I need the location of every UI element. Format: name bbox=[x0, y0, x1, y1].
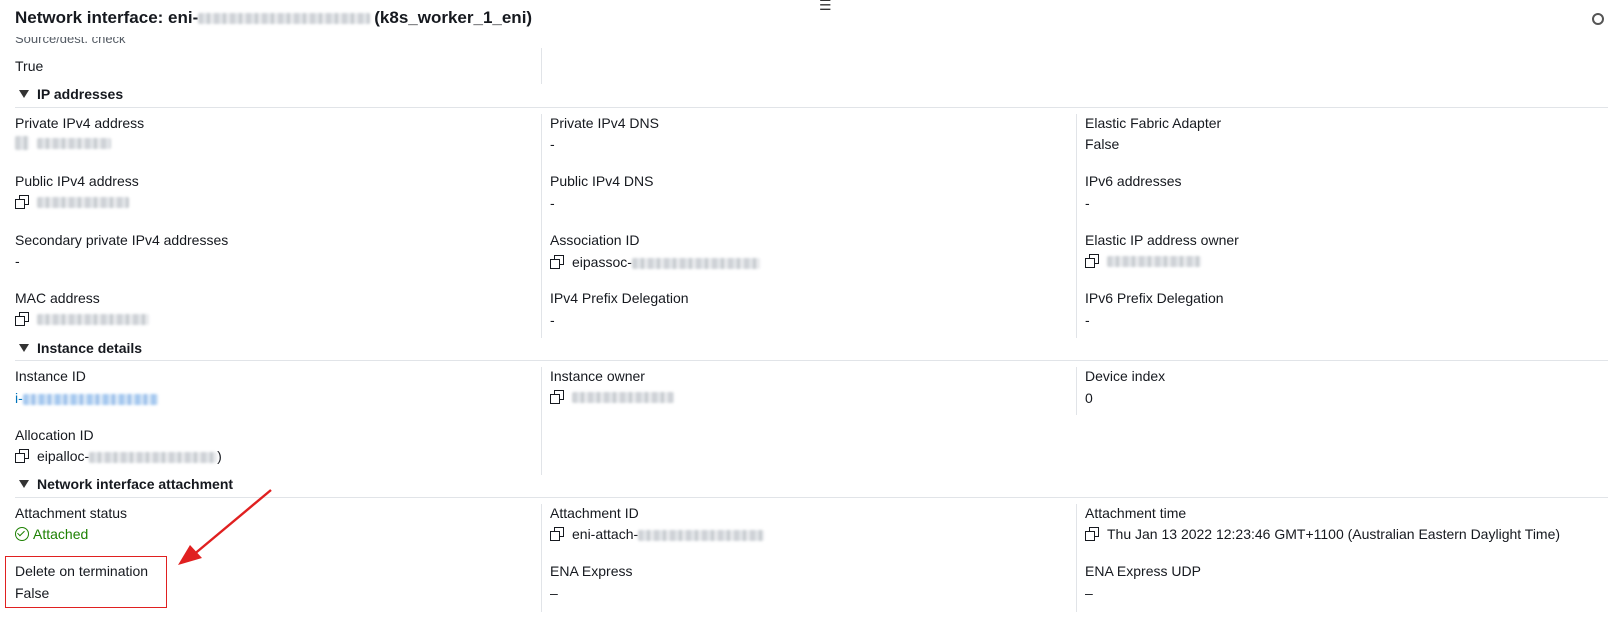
caret-down-icon bbox=[19, 344, 29, 352]
ipv6-prefix-value: - bbox=[1085, 312, 1090, 328]
section-divider bbox=[15, 107, 1608, 108]
private-ipv4-dns-label: Private IPv4 DNS bbox=[550, 115, 659, 131]
attachment-status-label: Attachment status bbox=[15, 505, 128, 521]
public-ipv4-label: Public IPv4 address bbox=[15, 173, 139, 189]
redacted-icon bbox=[15, 136, 29, 150]
menu-icon[interactable]: ☰ bbox=[819, 0, 832, 14]
ipv6-prefix-label: IPv6 Prefix Delegation bbox=[1085, 290, 1224, 306]
copy-icon[interactable] bbox=[15, 449, 29, 463]
device-index-label: Device index bbox=[1085, 368, 1166, 384]
attachment-time-label: Attachment time bbox=[1085, 505, 1187, 521]
column-divider bbox=[541, 504, 542, 612]
ena-express-value: – bbox=[550, 585, 558, 601]
private-ipv4-value bbox=[15, 136, 111, 150]
ena-express-udp-label: ENA Express UDP bbox=[1085, 563, 1201, 579]
public-ipv4-value bbox=[15, 195, 129, 209]
redacted-eni-id bbox=[198, 12, 371, 24]
annotation-highlight-box bbox=[5, 556, 167, 608]
attachment-id-value: eni-attach- bbox=[550, 526, 765, 542]
source-dest-label: Source/dest. check bbox=[15, 37, 126, 45]
instance-owner-label: Instance owner bbox=[550, 368, 645, 384]
copy-icon[interactable] bbox=[15, 195, 29, 209]
public-ipv4-dns-value: - bbox=[550, 195, 555, 211]
instance-id-label: Instance ID bbox=[15, 368, 86, 384]
instance-id-link[interactable]: i- bbox=[15, 390, 158, 406]
section-divider bbox=[15, 360, 1608, 361]
redacted-value bbox=[37, 137, 111, 149]
redacted-value bbox=[37, 196, 129, 208]
redacted-value bbox=[631, 257, 760, 269]
copy-icon[interactable] bbox=[1085, 254, 1099, 268]
copy-icon[interactable] bbox=[1085, 527, 1099, 541]
device-index-value: 0 bbox=[1085, 390, 1093, 406]
efa-value: False bbox=[1085, 136, 1120, 152]
column-divider bbox=[541, 48, 542, 84]
allocation-id-label: Allocation ID bbox=[15, 427, 94, 443]
copy-icon[interactable] bbox=[550, 255, 564, 269]
copy-icon[interactable] bbox=[15, 312, 29, 326]
attachment-time-value: Thu Jan 13 2022 12:23:46 GMT+1100 (Austr… bbox=[1085, 526, 1560, 542]
column-divider bbox=[1076, 504, 1077, 612]
section-instance-details[interactable]: Instance details bbox=[19, 340, 142, 356]
redacted-value bbox=[22, 393, 158, 405]
redacted-value bbox=[37, 313, 149, 325]
instance-owner-value bbox=[550, 390, 674, 404]
secondary-ipv4-value: - bbox=[15, 253, 20, 269]
copy-icon[interactable] bbox=[550, 527, 564, 541]
public-ipv4-dns-label: Public IPv4 DNS bbox=[550, 173, 654, 189]
redacted-value bbox=[89, 451, 218, 463]
ipv6-value: - bbox=[1085, 195, 1090, 211]
ipv4-prefix-label: IPv4 Prefix Delegation bbox=[550, 290, 689, 306]
private-ipv4-dns-value: - bbox=[550, 136, 555, 152]
caret-down-icon bbox=[19, 480, 29, 488]
ipv6-label: IPv6 addresses bbox=[1085, 173, 1182, 189]
redacted-value bbox=[1107, 255, 1201, 267]
section-ip-addresses[interactable]: IP addresses bbox=[19, 86, 123, 102]
check-circle-icon bbox=[15, 527, 29, 541]
redacted-value bbox=[638, 529, 765, 541]
copy-icon[interactable] bbox=[550, 390, 564, 404]
attachment-status-value: Attached bbox=[15, 526, 88, 542]
private-ipv4-label: Private IPv4 address bbox=[15, 115, 145, 131]
association-id-value: eipassoc- bbox=[550, 254, 760, 270]
source-dest-value: True bbox=[15, 58, 44, 74]
redacted-value bbox=[572, 391, 674, 403]
secondary-ipv4-label: Secondary private IPv4 addresses bbox=[15, 232, 229, 248]
column-divider bbox=[541, 367, 542, 475]
column-divider bbox=[1076, 367, 1077, 415]
caret-down-icon bbox=[19, 90, 29, 98]
eip-owner-value bbox=[1085, 254, 1201, 268]
annotation-arrow bbox=[178, 489, 272, 565]
ena-express-label: ENA Express bbox=[550, 563, 633, 579]
column-divider bbox=[541, 114, 542, 338]
column-divider bbox=[1076, 114, 1077, 338]
eip-owner-label: Elastic IP address owner bbox=[1085, 232, 1239, 248]
mac-address-value bbox=[15, 312, 149, 326]
ipv4-prefix-value: - bbox=[550, 312, 555, 328]
mac-address-label: MAC address bbox=[15, 290, 100, 306]
ena-express-udp-value: – bbox=[1085, 585, 1093, 601]
gear-icon[interactable] bbox=[1592, 13, 1604, 25]
association-id-label: Association ID bbox=[550, 232, 640, 248]
efa-label: Elastic Fabric Adapter bbox=[1085, 115, 1222, 131]
attachment-id-label: Attachment ID bbox=[550, 505, 639, 521]
page-title: Network interface: eni- (k8s_worker_1_en… bbox=[15, 8, 533, 27]
allocation-id-value: eipalloc-) bbox=[15, 448, 222, 464]
